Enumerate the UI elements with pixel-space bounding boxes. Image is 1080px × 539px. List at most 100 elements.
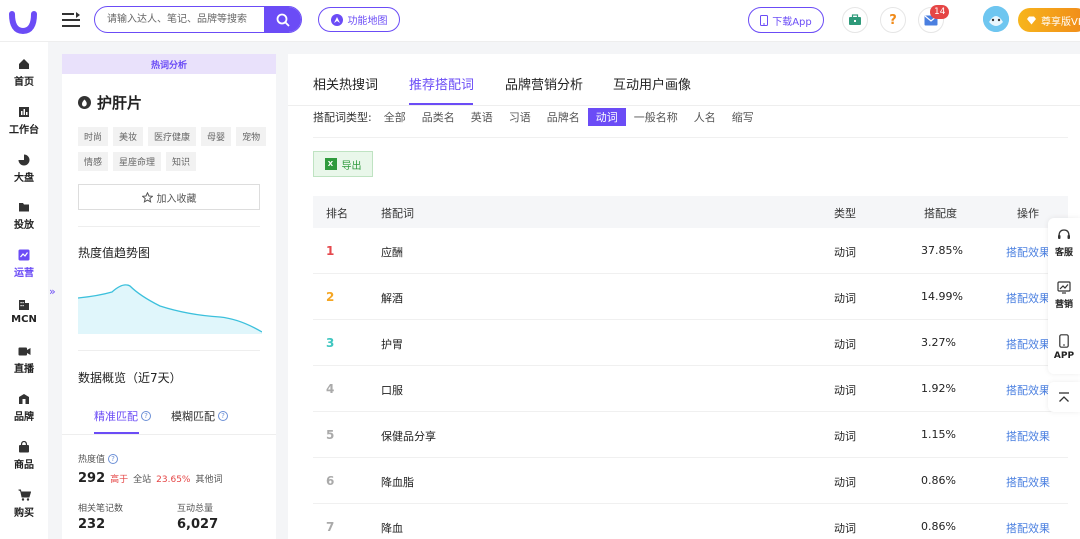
col-rank: 排名: [326, 207, 348, 220]
toolbox-icon: [849, 14, 861, 25]
logo-icon[interactable]: [8, 6, 38, 36]
expand-nav-icon[interactable]: »: [49, 285, 61, 305]
phone-icon: [1059, 333, 1069, 348]
collocation-effect-link[interactable]: 搭配效果: [1006, 474, 1050, 490]
tag: 星座命理: [113, 152, 162, 171]
float-panel: 客服 营销 APP: [1048, 218, 1080, 374]
left-nav: 首页 工作台 大盘 投放 运营 MCN 直播 品牌 商品 购买: [0, 42, 48, 539]
collocation-effect-link[interactable]: 搭配效果: [1006, 520, 1050, 536]
filter-person[interactable]: 人名: [686, 108, 724, 126]
video-icon: [18, 347, 30, 355]
divider: [62, 434, 276, 435]
app-label: APP: [1053, 350, 1075, 361]
tab-label: 精准匹配: [94, 410, 138, 423]
avatar[interactable]: [983, 6, 1009, 32]
filter-brand[interactable]: 品牌名: [539, 108, 588, 126]
tab-brand-marketing[interactable]: 品牌营销分析: [505, 74, 583, 93]
add-favorite-button[interactable]: 加入收藏: [78, 184, 260, 210]
rank-cell: 1: [326, 244, 335, 258]
filter-idiom[interactable]: 习语: [501, 108, 539, 126]
tab-recommended-collocation[interactable]: 推荐搭配词: [409, 74, 474, 93]
toolbox-button[interactable]: [842, 7, 868, 33]
filter-verb[interactable]: 动词: [587, 108, 626, 126]
help-button[interactable]: ?: [880, 7, 906, 33]
nav-item-workbench[interactable]: 工作台: [0, 100, 48, 142]
marketing-chart-icon: [1057, 280, 1071, 294]
nav-item-ads[interactable]: 投放: [0, 195, 48, 237]
nav-item-label: 首页: [14, 77, 34, 88]
tab-user-profile[interactable]: 互动用户画像: [613, 74, 691, 93]
interact-label: 互动总量: [177, 504, 214, 514]
nav-item-mcn[interactable]: MCN: [0, 291, 48, 333]
rank-cell: 2: [326, 290, 335, 304]
word-cell: 降血: [381, 522, 403, 535]
export-button[interactable]: X 导出: [313, 151, 373, 177]
collocation-effect-link[interactable]: 搭配效果: [1006, 428, 1050, 444]
divider: [78, 226, 260, 227]
main-content: 相关热搜词 推荐搭配词 品牌营销分析 互动用户画像 搭配词类型: 全部 品类名 …: [288, 54, 1080, 539]
question-icon[interactable]: ?: [108, 453, 119, 464]
function-map-button[interactable]: 功能地图: [318, 7, 400, 32]
tag-list: 时尚 美妆 医疗健康 母婴 宠物 情感 星座命理 知识: [78, 127, 268, 171]
export-label: 导出: [341, 160, 362, 172]
avatar-icon: [983, 6, 1009, 32]
panel-header: 热词分析: [62, 54, 276, 74]
collocation-effect-link[interactable]: 搭配效果: [1006, 336, 1050, 352]
word-cell: 降血脂: [381, 476, 414, 489]
filter-all[interactable]: 全部: [376, 108, 414, 126]
nav-item-live[interactable]: 直播: [0, 339, 48, 381]
col-degree[interactable]: 搭配度: [924, 205, 957, 221]
table-header: 排名 搭配词 类型 搭配度 操作: [313, 196, 1068, 228]
back-to-top-icon: [1059, 391, 1069, 402]
marketing-button[interactable]: 营销: [1048, 270, 1080, 320]
heat-compare-prefix: 高于: [110, 475, 129, 485]
collocation-effect-link[interactable]: 搭配效果: [1006, 382, 1050, 398]
vip-button[interactable]: 尊享版VIP: [1018, 8, 1080, 32]
tag: 医疗健康: [148, 127, 197, 146]
col-word: 搭配词: [381, 207, 414, 220]
nav-item-home[interactable]: 首页: [0, 52, 48, 94]
back-to-top-button[interactable]: [1048, 382, 1080, 412]
word-cell: 口服: [381, 384, 403, 397]
flame-icon: [78, 96, 91, 109]
keyword-info-panel: 热词分析 护肝片 时尚 美妆 医疗健康 母婴 宠物 情感 星座命理 知识 加入收…: [62, 54, 276, 539]
table-row: 6 降血脂 动词 0.86% 搭配效果: [313, 458, 1068, 504]
nav-item-label: 商品: [14, 460, 34, 471]
type-cell: 动词: [834, 476, 856, 489]
nav-item-label: 运营: [14, 268, 34, 279]
download-app-button[interactable]: 下载App: [748, 7, 824, 33]
type-cell: 动词: [834, 522, 856, 535]
chart-icon: [18, 249, 30, 261]
workbench-icon: [19, 107, 29, 117]
nav-item-purchase[interactable]: 购买: [0, 483, 48, 525]
question-icon[interactable]: ?: [141, 411, 151, 421]
trend-title: 热度值趋势图: [78, 246, 151, 260]
tab-exact-match[interactable]: 精准匹配 ?: [94, 408, 151, 424]
nav-item-label: 工作台: [9, 125, 39, 136]
collocation-type-filter: 搭配词类型: 全部 品类名 英语 习语 品牌名 动词 一般名称 人名 缩写: [313, 108, 762, 126]
filter-abbr[interactable]: 缩写: [724, 108, 762, 126]
app-button[interactable]: APP: [1048, 322, 1080, 372]
question-icon[interactable]: ?: [218, 411, 228, 421]
filter-category[interactable]: 品类名: [414, 108, 463, 126]
table-body: 1 应酬 动词 37.85% 搭配效果 2 解酒 动词 14.99% 搭配效果 …: [313, 228, 1068, 539]
search-button[interactable]: [264, 7, 301, 32]
menu-toggle-icon[interactable]: [60, 10, 82, 30]
divider: [313, 137, 1068, 138]
tab-fuzzy-match[interactable]: 模糊匹配 ?: [171, 408, 228, 424]
nav-item-dashboard[interactable]: 大盘: [0, 148, 48, 190]
word-cell: 保健品分享: [381, 430, 436, 443]
filter-general-name[interactable]: 一般名称: [626, 108, 686, 126]
nav-item-operation[interactable]: 运营: [0, 243, 48, 285]
degree-cell: 0.86%: [921, 520, 956, 533]
search-input[interactable]: [95, 7, 264, 32]
collocation-effect-link[interactable]: 搭配效果: [1006, 244, 1050, 260]
tab-related-hot[interactable]: 相关热搜词: [313, 74, 378, 93]
nav-item-goods[interactable]: 商品: [0, 435, 48, 477]
nav-item-brand[interactable]: 品牌: [0, 387, 48, 429]
collocation-effect-link[interactable]: 搭配效果: [1006, 290, 1050, 306]
filter-english[interactable]: 英语: [463, 108, 501, 126]
vip-label: 尊享版VIP: [1041, 16, 1080, 28]
customer-service-button[interactable]: 客服: [1048, 218, 1080, 268]
table-row: 7 降血 动词 0.86% 搭配效果: [313, 504, 1068, 539]
